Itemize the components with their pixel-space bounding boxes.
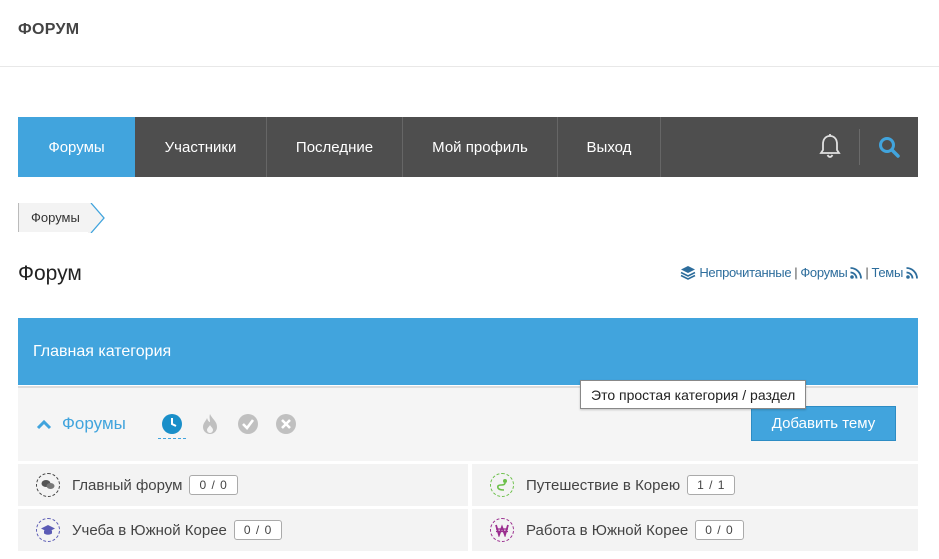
- filter-solved[interactable]: [234, 410, 262, 438]
- search-button[interactable]: [860, 117, 918, 177]
- forum-name: Работа в Южной Корее: [526, 521, 689, 539]
- forum-name: Учеба в Южной Корее: [72, 521, 227, 539]
- category-tooltip: Это простая категория / раздел: [580, 380, 807, 409]
- won-icon: [490, 518, 514, 542]
- topics-rss-link[interactable]: Темы: [871, 265, 903, 280]
- header-divider: [0, 66, 939, 67]
- forum-item-study-korea[interactable]: Учеба в Южной Корее 0 / 0: [18, 509, 468, 551]
- feed-separator: |: [794, 265, 798, 280]
- breadcrumb-item-forums[interactable]: Форумы: [18, 203, 90, 232]
- fire-icon: [203, 414, 217, 434]
- search-icon: [879, 137, 900, 158]
- filter-unsolved[interactable]: [272, 410, 300, 438]
- site-title: ФОРУМ: [18, 21, 80, 38]
- forum-item-main[interactable]: Главный форум 0 / 0: [18, 464, 468, 506]
- forum-name: Путешествие в Корею: [526, 476, 681, 494]
- forum-item-travel-korea[interactable]: Путешествие в Корею 1 / 1: [472, 464, 918, 506]
- breadcrumb: Форумы: [18, 202, 106, 233]
- rss-icon[interactable]: [850, 266, 863, 279]
- category-header: Главная категория: [18, 318, 918, 385]
- nav-item-logout[interactable]: Выход: [558, 117, 661, 177]
- topic-filters: [158, 410, 300, 439]
- notifications-button[interactable]: [801, 117, 859, 177]
- filter-recent[interactable]: [158, 410, 186, 439]
- forum-count-badge: 0 / 0: [233, 520, 283, 540]
- route-icon: [490, 473, 514, 497]
- filter-hot[interactable]: [196, 410, 224, 438]
- nav-item-forums[interactable]: Форумы: [18, 117, 135, 177]
- forums-collapse-toggle[interactable]: Форумы: [36, 414, 126, 434]
- chevron-up-icon: [36, 419, 52, 429]
- forums-toggle-label: Форумы: [62, 414, 126, 433]
- chat-icon: [36, 473, 60, 497]
- nav-item-members[interactable]: Участники: [135, 117, 267, 177]
- forums-rss-link[interactable]: Форумы: [800, 265, 847, 280]
- forum-count-badge: 0 / 0: [695, 520, 744, 540]
- breadcrumb-arrow-icon: [87, 202, 105, 233]
- unread-link[interactable]: Непрочитанные: [699, 265, 791, 280]
- check-icon: [238, 414, 258, 434]
- add-topic-button[interactable]: Добавить тему: [751, 406, 896, 441]
- feed-separator: |: [865, 265, 869, 280]
- nav-actions: [801, 117, 918, 177]
- main-navbar: Форумы Участники Последние Мой профиль В…: [18, 117, 918, 177]
- rss-icon[interactable]: [906, 266, 918, 279]
- forum-count-badge: 1 / 1: [687, 475, 736, 495]
- feed-links: Непрочитанные | Форумы | Темы: [680, 265, 918, 280]
- bell-icon: [819, 134, 841, 158]
- page-title: Форум: [18, 262, 82, 285]
- close-icon: [276, 414, 296, 434]
- nav-item-my-profile[interactable]: Мой профиль: [403, 117, 558, 177]
- forum-name: Главный форум: [72, 476, 183, 494]
- layers-icon: [680, 266, 696, 280]
- clock-icon: [162, 414, 182, 434]
- nav-item-recent[interactable]: Последние: [267, 117, 403, 177]
- forum-count-badge: 0 / 0: [189, 475, 238, 495]
- graduation-cap-icon: [36, 518, 60, 542]
- category-title[interactable]: Главная категория: [33, 343, 171, 361]
- forum-item-work-korea[interactable]: Работа в Южной Корее 0 / 0: [472, 509, 918, 551]
